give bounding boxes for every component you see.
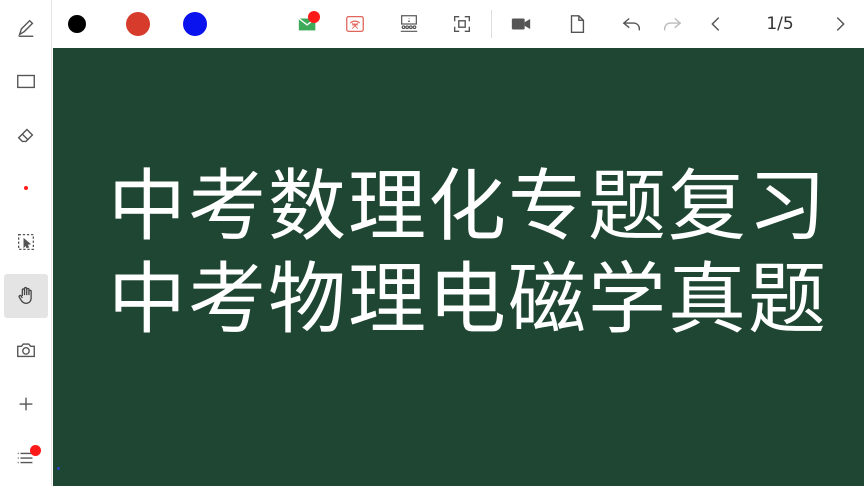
cast-button[interactable] (343, 12, 367, 36)
select-tool-button[interactable] (4, 220, 48, 264)
whiteboard-canvas[interactable]: 中考数理化专题复习 中考物理电磁学真题 (53, 48, 864, 486)
classroom-icon (400, 15, 418, 32)
toolbar-divider (491, 10, 492, 38)
brush-dot-icon (23, 185, 29, 191)
notification-badge (30, 445, 41, 456)
prev-page-button[interactable] (704, 12, 728, 36)
pen-icon (18, 19, 34, 37)
chevron-left-icon (711, 17, 720, 31)
board-title-line-1: 中考数理化专题复习 (108, 162, 829, 252)
fullscreen-icon (453, 15, 471, 33)
fullscreen-button[interactable] (450, 12, 474, 36)
board-title-line-2: 中考物理电磁学真题 (108, 255, 829, 345)
pen-tool-button[interactable] (4, 6, 48, 50)
add-button[interactable] (4, 382, 48, 426)
select-icon (18, 234, 34, 250)
brush-size-button[interactable] (4, 166, 48, 210)
redo-icon (663, 17, 682, 31)
ink-dot (57, 467, 60, 470)
undo-icon (622, 17, 641, 31)
chevron-right-icon (836, 17, 845, 31)
camera-icon (17, 343, 35, 358)
cast-icon (346, 16, 364, 32)
left-toolbar (0, 0, 52, 486)
hand-icon (18, 286, 32, 304)
color-black-swatch[interactable] (68, 15, 86, 33)
redo-button[interactable] (660, 12, 684, 36)
page-indicator: 1/5 (766, 14, 794, 34)
camera-tool-button[interactable] (4, 328, 48, 372)
classroom-button[interactable] (397, 12, 421, 36)
rectangle-tool-button[interactable] (4, 59, 48, 103)
color-blue-swatch[interactable] (183, 12, 207, 36)
video-camera-icon (511, 18, 531, 30)
document-icon (570, 15, 585, 33)
message-button[interactable] (296, 11, 320, 36)
top-toolbar: 1/5 (52, 0, 864, 48)
document-button[interactable] (565, 12, 589, 36)
record-video-button[interactable] (509, 12, 533, 36)
rectangle-icon (17, 74, 35, 89)
hand-tool-button[interactable] (4, 274, 48, 318)
plus-icon (19, 397, 33, 411)
eraser-icon (17, 128, 34, 143)
next-page-button[interactable] (828, 12, 852, 36)
message-badge (308, 11, 320, 23)
color-red-swatch[interactable] (126, 12, 150, 36)
menu-button[interactable] (4, 436, 48, 480)
undo-button[interactable] (620, 12, 644, 36)
eraser-tool-button[interactable] (4, 113, 48, 157)
